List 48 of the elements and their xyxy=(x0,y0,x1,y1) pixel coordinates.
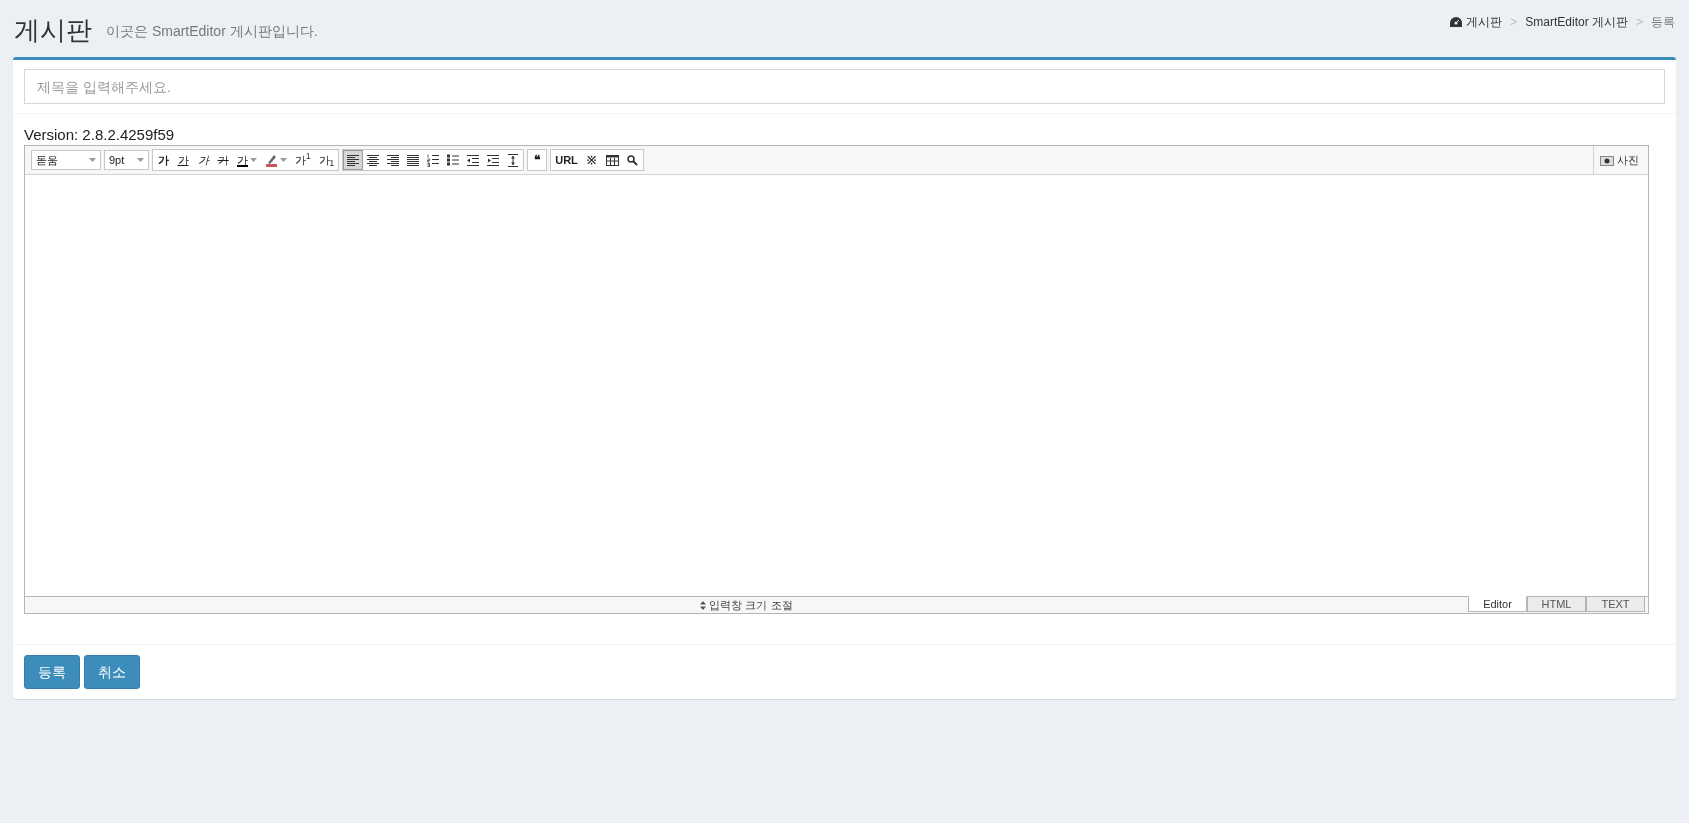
format-button[interactable]: 가 xyxy=(153,150,173,170)
line-height-icon xyxy=(507,153,520,167)
highlighter-icon xyxy=(265,153,278,167)
format-button[interactable]: 가$_{1}$ xyxy=(314,150,339,170)
resize-icon xyxy=(700,600,707,610)
caret-icon xyxy=(137,158,144,162)
breadcrumb-link[interactable]: 게시판 xyxy=(1450,13,1503,31)
format-button[interactable]: 가 xyxy=(233,150,261,170)
mode-tab[interactable]: Editor xyxy=(1468,596,1527,612)
size-select[interactable]: 9pt xyxy=(104,150,149,170)
dashboard-icon xyxy=(1450,17,1463,27)
format-button[interactable]: 가$^{1}$ xyxy=(291,150,315,170)
align-right-icon xyxy=(387,153,400,167)
breadcrumb-current: 등록 xyxy=(1651,14,1675,31)
insert-button[interactable]: ※ xyxy=(581,150,602,170)
title-input[interactable]: 제목을 입력해주세요. xyxy=(24,69,1665,104)
photo-button[interactable]: 사진 xyxy=(1593,145,1642,175)
ordered-list-icon xyxy=(427,153,440,167)
action-button[interactable]: 등록 xyxy=(24,655,80,689)
align-center-icon xyxy=(367,153,380,167)
format-button[interactable]: 가 xyxy=(193,150,213,170)
page-subtitle: 이곳은 SmartEditor 게시판입니다. xyxy=(106,22,318,41)
camera-icon xyxy=(1600,154,1614,166)
caret-icon xyxy=(89,158,96,162)
caret-icon xyxy=(250,158,257,162)
indent-icon xyxy=(487,153,500,167)
align-left-button[interactable] xyxy=(343,150,364,170)
format-button[interactable]: 가 xyxy=(173,150,193,170)
mode-tab[interactable]: TEXT xyxy=(1586,596,1645,612)
breadcrumb-separator: > xyxy=(1510,14,1518,31)
breadcrumb-separator: > xyxy=(1636,14,1643,31)
version-text: Version: 2.8.2.4259f59 xyxy=(24,126,176,144)
search-icon xyxy=(627,154,639,166)
action-button[interactable]: 취소 xyxy=(84,655,140,689)
quote-button[interactable]: ❝ xyxy=(527,149,548,171)
insert-button[interactable]: URL xyxy=(551,150,582,170)
justify-icon xyxy=(407,153,420,167)
format-button[interactable]: 가 xyxy=(213,150,233,170)
align-left-icon xyxy=(347,153,360,167)
bullet-list-icon xyxy=(447,153,460,167)
resize-handle[interactable]: 입력창 크기 조절 xyxy=(700,599,793,611)
page-title: 게시판 xyxy=(14,17,92,43)
breadcrumb-link[interactable]: SmartEditor 게시판 xyxy=(1525,13,1628,31)
outdent-icon xyxy=(467,153,480,167)
table-icon xyxy=(605,154,619,166)
mode-tab[interactable]: HTML xyxy=(1527,596,1586,612)
caret-icon xyxy=(280,158,287,162)
font-select[interactable]: 돋움 xyxy=(31,150,101,170)
